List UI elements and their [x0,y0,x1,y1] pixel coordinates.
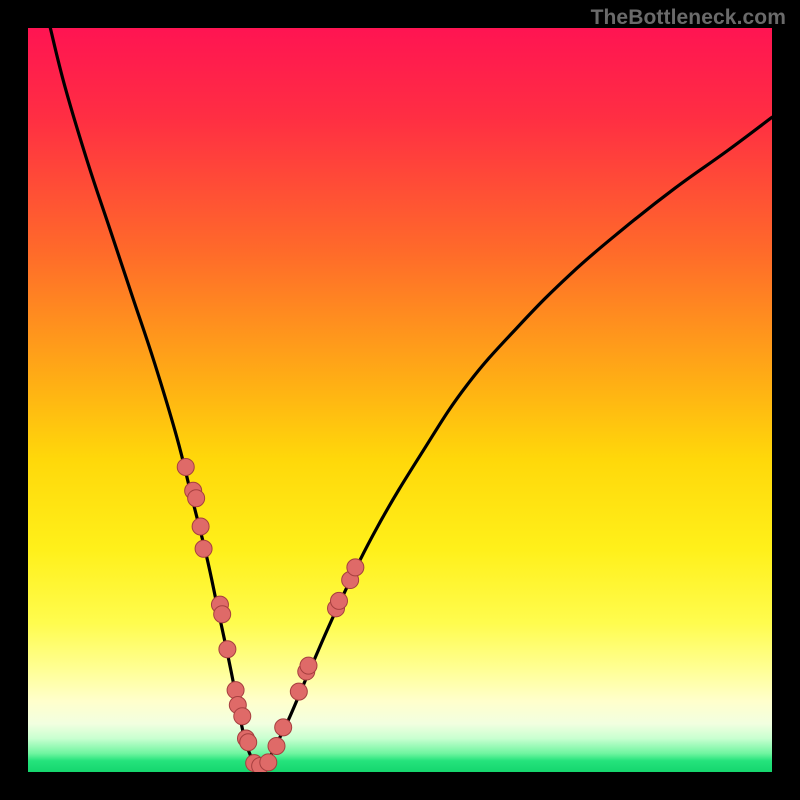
data-point [214,606,231,623]
gradient-background [28,28,772,772]
data-point [268,737,285,754]
data-point [300,657,317,674]
chart-svg [28,28,772,772]
data-point [275,719,292,736]
data-point [347,559,364,576]
data-point [240,734,257,751]
data-point [195,540,212,557]
data-point [234,708,251,725]
watermark-text: TheBottleneck.com [591,6,786,30]
data-point [330,592,347,609]
data-point [192,518,209,535]
data-point [177,458,194,475]
data-point [290,683,307,700]
data-point [188,490,205,507]
chart-container: TheBottleneck.com [0,0,800,800]
data-point [227,682,244,699]
plot-area [28,28,772,772]
data-point [260,754,277,771]
data-point [219,641,236,658]
